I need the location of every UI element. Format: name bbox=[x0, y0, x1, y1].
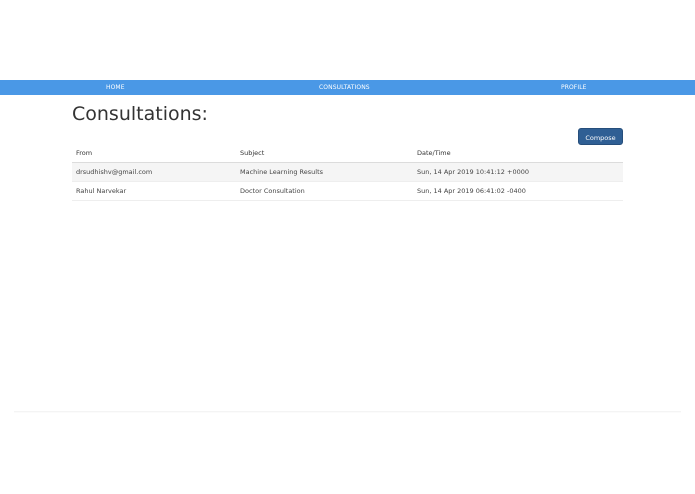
table-header-row: From Subject Date/Time bbox=[72, 145, 623, 163]
compose-button[interactable]: Compose bbox=[578, 128, 623, 145]
table-row: drsudhishv@gmail.com Machine Learning Re… bbox=[72, 163, 623, 182]
column-header-subject: Subject bbox=[240, 149, 265, 157]
footer-divider bbox=[14, 411, 681, 413]
page-title: Consultations: bbox=[72, 103, 208, 125]
row-date: Sun, 14 Apr 2019 06:41:02 -0400 bbox=[417, 187, 526, 195]
row-subject-link[interactable]: Doctor Consultation bbox=[240, 187, 305, 195]
row-from: drsudhishv@gmail.com bbox=[76, 168, 153, 176]
page: HOME CONSULTATIONS PROFILE Consultations… bbox=[0, 0, 695, 494]
nav-consultations-link[interactable]: CONSULTATIONS bbox=[319, 80, 370, 95]
row-from: Rahul Narvekar bbox=[76, 187, 127, 195]
row-subject-link[interactable]: Machine Learning Results bbox=[240, 168, 323, 176]
consultations-table: From Subject Date/Time drsudhishv@gmail.… bbox=[72, 145, 623, 201]
table-row: Rahul Narvekar Doctor Consultation Sun, … bbox=[72, 182, 623, 201]
column-header-date: Date/Time bbox=[417, 149, 451, 157]
column-header-from: From bbox=[76, 149, 93, 157]
nav-profile-link[interactable]: PROFILE bbox=[561, 80, 587, 95]
nav-home-link[interactable]: HOME bbox=[106, 80, 125, 95]
top-navbar: HOME CONSULTATIONS PROFILE bbox=[0, 80, 695, 95]
row-date: Sun, 14 Apr 2019 10:41:12 +0000 bbox=[417, 168, 530, 176]
